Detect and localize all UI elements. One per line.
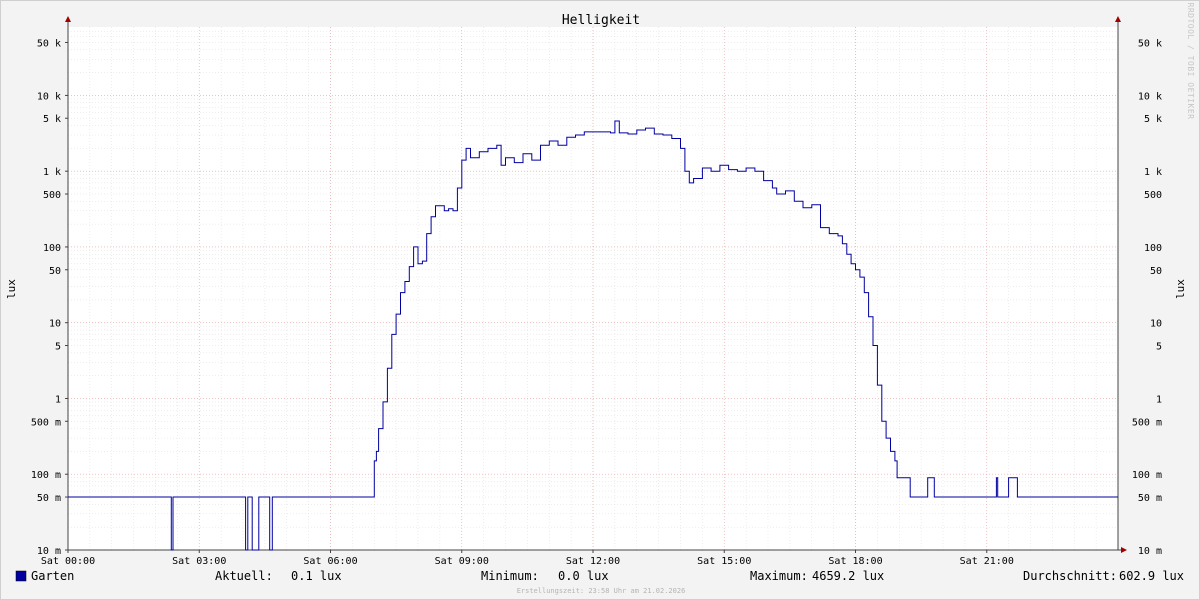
y-tick-label-right: 50 m (1138, 493, 1162, 504)
chart-frame: 10 m 10 m 50 m 50 m 100 m 100 m 500 m 500 m1155… (0, 0, 1200, 600)
y-tick-label-right: 1 (1156, 394, 1162, 405)
x-tick-label: Sat 03:00 (172, 556, 226, 567)
y-tick-label-right: 50 k (1138, 38, 1162, 49)
chart-title: Helligkeit (562, 13, 640, 28)
y-tick-label-right: 1 k (1144, 167, 1162, 178)
y-tick-label-left: 5 (55, 342, 61, 353)
legend-swatch-garten (15, 570, 27, 582)
x-axis-arrow (1121, 547, 1127, 553)
y-tick-label-left: 100 m (31, 470, 61, 481)
x-tick-label: Sat 18:00 (828, 556, 882, 567)
y-tick-label-left: 10 (49, 319, 61, 330)
y-tick-label-right: 5 (1156, 342, 1162, 353)
y-tick-label-left: 100 (43, 243, 61, 254)
rrdtool-watermark: RRDTOOL / TOBI OETIKER (1186, 3, 1195, 120)
y-tick-label-right: 10 k (1138, 91, 1162, 102)
y-tick-label-right: 50 (1150, 266, 1162, 277)
y-tick-label-left: 50 m (37, 493, 61, 504)
legend-durchschnitt-label: Durchschnitt: (1023, 569, 1117, 583)
x-tick-label: Sat 15:00 (697, 556, 751, 567)
y-tick-label-left: 5 k (43, 114, 61, 125)
y-tick-label-left: 1 k (43, 167, 61, 178)
legend-maximum-value: 4659.2 lux (812, 569, 884, 583)
legend-minimum-value: 0.0 lux (558, 569, 609, 583)
legend-maximum-label: Maximum: (750, 569, 808, 583)
legend-aktuell-value: 0.1 lux (291, 569, 342, 583)
x-tick-label: Sat 06:00 (303, 556, 357, 567)
y-tick-label-left: 10 k (37, 91, 61, 102)
y-tick-label-right: 10 m (1138, 546, 1162, 557)
y-tick-label-left: 1 (55, 394, 61, 405)
y-tick-label-left: 500 m (31, 417, 61, 428)
x-tick-label: Sat 12:00 (566, 556, 620, 567)
y-tick-label-right: 5 k (1144, 114, 1162, 125)
brightness-chart: 10 m 10 m50 m 50 m100 m 100 m500 m 500 m1 15 5… (5, 3, 1195, 595)
y-tick-label-right: 100 m (1132, 470, 1162, 481)
x-tick-label: Sat 00:00 (41, 556, 95, 567)
y-tick-label-left: 500 (43, 190, 61, 201)
footer-timestamp: Erstellungszeit: 23:58 Uhr am 21.02.2026 (517, 587, 686, 595)
y-tick-label-right: 10 (1150, 319, 1162, 330)
legend-minimum-label: Minimum: (481, 569, 539, 583)
x-tick-label: Sat 09:00 (435, 556, 489, 567)
y-tick-label-left: 50 (49, 266, 61, 277)
legend-durchschnitt-value: 602.9 lux (1119, 569, 1184, 583)
y-axis-title-left: lux (5, 279, 18, 299)
legend-series-name: Garten (31, 569, 74, 583)
y-axis-arrow-left (65, 16, 71, 22)
y-tick-label-right: 100 (1144, 243, 1162, 254)
y-axis-title-right: lux (1174, 279, 1187, 299)
y-tick-label-left: 50 k (37, 38, 61, 49)
legend-aktuell-label: Aktuell: (215, 569, 273, 583)
y-tick-label-right: 500 (1144, 190, 1162, 201)
y-axis-arrow-right (1115, 16, 1121, 22)
x-tick-label: Sat 21:00 (960, 556, 1014, 567)
y-tick-label-right: 500 m (1132, 417, 1162, 428)
